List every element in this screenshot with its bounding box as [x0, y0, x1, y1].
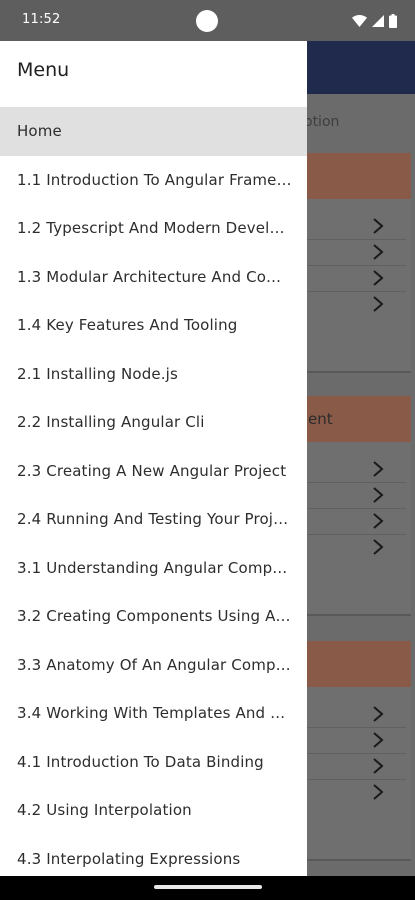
drawer-title: Menu [17, 59, 70, 81]
drawer-item-1-4[interactable]: 1.4 Key Features And Tooling [0, 301, 307, 350]
drawer-item-2-2[interactable]: 2.2 Installing Angular Cli [0, 398, 307, 447]
drawer-item-3-1[interactable]: 3.1 Understanding Angular Compo… [0, 544, 307, 593]
chevron-right-icon [373, 784, 384, 800]
chevron-right-icon [373, 732, 384, 748]
drawer-item-1-1[interactable]: 1.1 Introduction To Angular Frame… [0, 156, 307, 205]
drawer-item-1-3[interactable]: 1.3 Modular Architecture And Com… [0, 253, 307, 302]
chevron-right-icon [373, 244, 384, 260]
drawer-item-4-1[interactable]: 4.1 Introduction To Data Binding [0, 738, 307, 787]
navigation-drawer: Menu Home 1.1 Introduction To Angular Fr… [0, 41, 307, 876]
drawer-menu-list: Home 1.1 Introduction To Angular Frame… … [0, 107, 307, 883]
status-icons [352, 13, 397, 29]
drawer-item-3-4[interactable]: 3.4 Working With Templates And D… [0, 689, 307, 738]
cellular-signal-icon [372, 15, 384, 27]
chevron-right-icon [373, 461, 384, 477]
chevron-right-icon [373, 706, 384, 722]
chevron-right-icon [373, 270, 384, 286]
chevron-right-icon [373, 218, 384, 234]
drawer-item-2-4[interactable]: 2.4 Running And Testing Your Proj… [0, 495, 307, 544]
battery-icon [389, 14, 397, 28]
tab-label: otion [304, 114, 340, 130]
chevron-right-icon [373, 539, 384, 555]
chevron-right-icon [373, 513, 384, 529]
system-navigation-bar [0, 876, 415, 900]
drawer-item-1-2[interactable]: 1.2 Typescript And Modern Develo… [0, 204, 307, 253]
status-bar: 11:52 [0, 0, 415, 41]
camera-cutout [196, 10, 218, 32]
gesture-handle[interactable] [154, 885, 262, 889]
drawer-item-3-3[interactable]: 3.3 Anatomy Of An Angular Comp… [0, 641, 307, 690]
chevron-right-icon [373, 296, 384, 312]
drawer-item-2-1[interactable]: 2.1 Installing Node.js [0, 350, 307, 399]
drawer-item-3-2[interactable]: 3.2 Creating Components Using A… [0, 592, 307, 641]
drawer-item-4-2[interactable]: 4.2 Using Interpolation [0, 786, 307, 835]
status-time: 11:52 [22, 12, 61, 27]
chevron-right-icon [373, 758, 384, 774]
chevron-right-icon [373, 487, 384, 503]
section-title: ent [308, 410, 333, 428]
drawer-item-2-3[interactable]: 2.3 Creating A New Angular Project [0, 447, 307, 496]
wifi-icon [352, 15, 367, 27]
drawer-item-home[interactable]: Home [0, 107, 307, 156]
